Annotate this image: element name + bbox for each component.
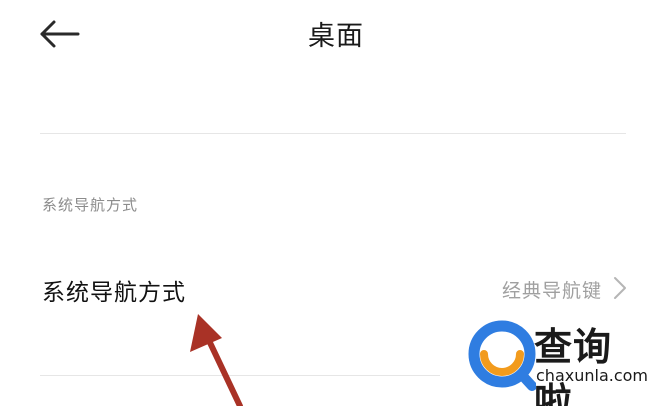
watermark: 查询啦 chaxunla.com <box>436 300 650 406</box>
section-header: 系统导航方式 <box>42 196 139 214</box>
watermark-url: chaxunla.com <box>536 366 648 385</box>
setting-value: 经典导航键 <box>501 280 602 302</box>
divider <box>40 133 626 134</box>
setting-label: 系统导航方式 <box>42 280 186 306</box>
divider <box>40 375 440 376</box>
magnifier-logo-icon <box>468 320 536 391</box>
page-title: 桌面 <box>308 21 364 52</box>
watermark-brand: 查询啦 <box>534 325 613 406</box>
chevron-right-icon <box>614 277 626 299</box>
settings-screen: 桌面 系统导航方式 系统导航方式 经典导航键 查询啦 chaxunla.com <box>0 0 650 406</box>
